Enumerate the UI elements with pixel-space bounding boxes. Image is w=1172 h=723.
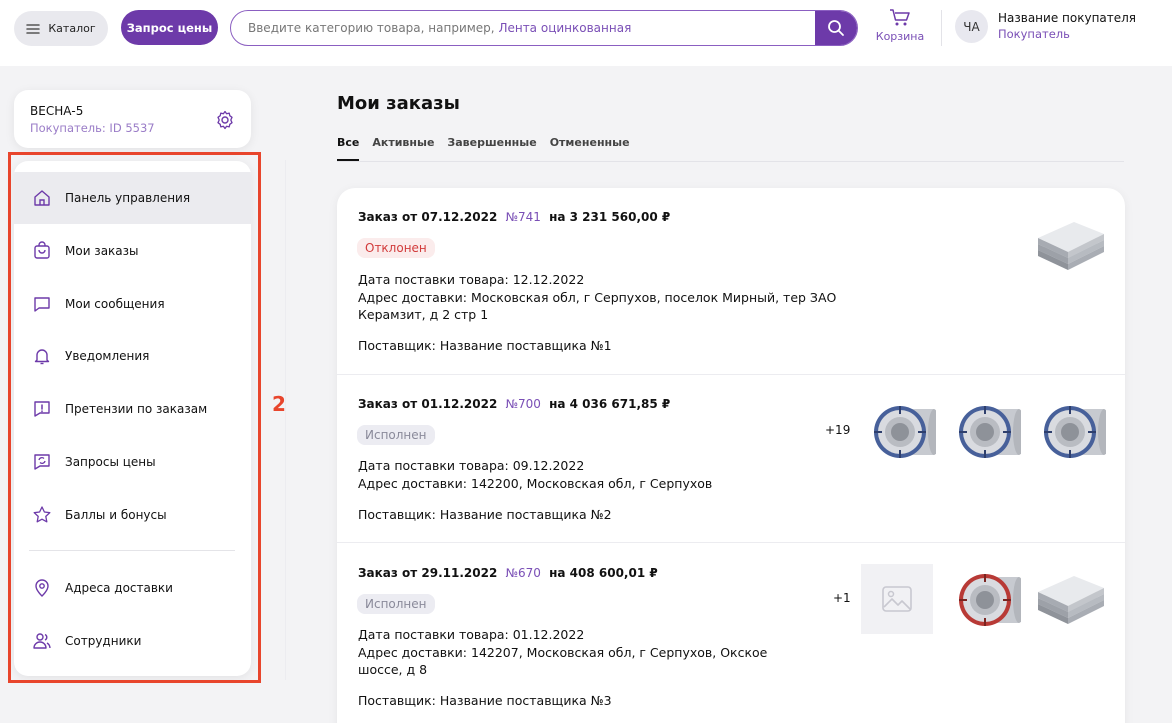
product-sheet-image[interactable] (1034, 564, 1106, 634)
search-placeholder[interactable]: Введите категорию товара, например, Лент… (231, 21, 815, 35)
product-coil-image[interactable] (1034, 395, 1106, 465)
cart-button[interactable]: Корзина (874, 8, 926, 43)
cart-label: Корзина (875, 30, 925, 43)
delivery-address: Адрес доставки: Московская обл, г Серпух… (358, 290, 837, 305)
catalog-button[interactable]: Каталог (14, 11, 108, 46)
menu-icon (26, 23, 41, 34)
delivery-date: Дата поставки товара: 12.12.2022 (358, 272, 585, 287)
product-image-placeholder[interactable] (861, 564, 933, 634)
product-coil-image[interactable] (949, 395, 1021, 465)
tab-cancelled[interactable]: Отмененные (550, 136, 630, 161)
tab-completed[interactable]: Завершенные (447, 136, 536, 161)
annotation-label: 2 (272, 392, 286, 416)
product-coil-image[interactable] (864, 395, 936, 465)
order-title: Заказ от 01.12.2022 (358, 397, 498, 411)
product-coil-image[interactable] (949, 563, 1021, 633)
search-button[interactable] (815, 11, 857, 45)
status-badge: Исполнен (357, 425, 435, 445)
tabs-divider (337, 161, 1124, 162)
orders-list: Заказ от 07.12.2022 №741 на 3 231 560,00… (337, 188, 1125, 723)
more-items-count[interactable]: +1 (833, 591, 851, 605)
order-header: Заказ от 29.11.2022 №670 на 408 600,01 ₽ (358, 566, 658, 580)
gear-icon[interactable] (215, 110, 235, 130)
top-header: Каталог Запрос цены Введите категорию то… (0, 0, 1172, 66)
tab-active[interactable]: Активные (372, 136, 434, 161)
order-sum: на 3 231 560,00 ₽ (549, 210, 671, 224)
account-card: ВЕСНА-5 Покупатель: ID 5537 (14, 90, 251, 148)
buyer-name[interactable]: Название покупателя (998, 11, 1136, 25)
delivery-address: Адрес доставки: 142207, Московская обл, … (358, 645, 768, 660)
status-badge: Отклонен (357, 238, 435, 258)
order-number[interactable]: №670 (506, 566, 541, 580)
delivery-address-cont: Керамзит, д 2 стр 1 (358, 307, 489, 322)
order-sum: на 4 036 671,85 ₽ (549, 397, 671, 411)
supplier: Поставщик: Название поставщика №3 (358, 693, 612, 708)
tab-all[interactable]: Все (337, 136, 360, 161)
delivery-address-cont: шоссе, д 8 (358, 662, 428, 677)
order-title: Заказ от 29.11.2022 (358, 566, 498, 580)
image-placeholder-icon (882, 586, 912, 612)
price-request-button[interactable]: Запрос цены (121, 10, 218, 45)
order-card[interactable]: Заказ от 07.12.2022 №741 на 3 231 560,00… (337, 188, 1125, 374)
delivery-date: Дата поставки товара: 09.12.2022 (358, 458, 585, 473)
order-header: Заказ от 07.12.2022 №741 на 3 231 560,00… (358, 210, 670, 224)
delivery-address: Адрес доставки: 142200, Московская обл, … (358, 476, 713, 491)
catalog-label: Каталог (48, 22, 96, 35)
order-tabs: Все Активные Завершенные Отмененные (337, 136, 643, 161)
account-name: ВЕСНА-5 (30, 104, 84, 118)
account-id: Покупатель: ID 5537 (30, 121, 155, 135)
annotation-highlight-box (8, 152, 261, 683)
search-icon (828, 20, 844, 36)
delivery-date: Дата поставки товара: 01.12.2022 (358, 627, 585, 642)
status-badge: Исполнен (357, 594, 435, 614)
sidebar-separator (285, 160, 286, 680)
search-placeholder-text: Введите категорию товара, например, (248, 21, 499, 35)
cart-icon (890, 9, 910, 26)
search-placeholder-example: Лента оцинкованная (498, 21, 632, 35)
header-divider (941, 10, 942, 46)
supplier: Поставщик: Название поставщика №1 (358, 338, 612, 353)
page-title: Мои заказы (337, 93, 460, 114)
more-items-count[interactable]: +19 (825, 423, 850, 437)
order-card[interactable]: Заказ от 29.11.2022 №670 на 408 600,01 ₽… (337, 543, 1125, 723)
order-title: Заказ от 07.12.2022 (358, 210, 498, 224)
product-sheet-image[interactable] (1034, 210, 1106, 280)
avatar[interactable]: ЧА (955, 10, 988, 43)
buyer-role: Покупатель (998, 27, 1070, 41)
order-card[interactable]: Заказ от 01.12.2022 №700 на 4 036 671,85… (337, 375, 1125, 542)
order-number[interactable]: №700 (506, 397, 541, 411)
search-input[interactable]: Введите категорию товара, например, Лент… (230, 10, 858, 46)
order-header: Заказ от 01.12.2022 №700 на 4 036 671,85… (358, 397, 670, 411)
order-number[interactable]: №741 (506, 210, 541, 224)
order-sum: на 408 600,01 ₽ (549, 566, 658, 580)
supplier: Поставщик: Название поставщика №2 (358, 507, 612, 522)
